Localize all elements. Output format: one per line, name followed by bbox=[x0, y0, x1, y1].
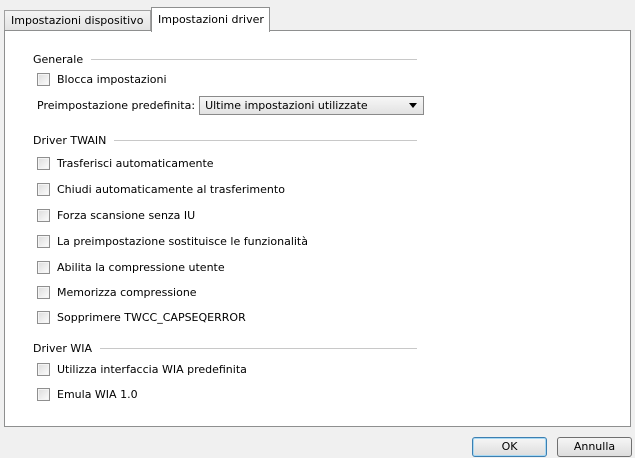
checkbox-box[interactable] bbox=[37, 387, 50, 401]
group-twain-header: Driver TWAIN bbox=[33, 132, 417, 148]
group-divider bbox=[114, 140, 417, 141]
group-wia-label: Driver WIA bbox=[33, 341, 92, 355]
group-twain-label: Driver TWAIN bbox=[33, 133, 107, 147]
checkbox-box[interactable] bbox=[37, 260, 50, 274]
checkbox-box[interactable] bbox=[37, 362, 50, 376]
lock-settings-checkbox[interactable]: Blocca impostazioni bbox=[37, 71, 167, 87]
auto-close-on-transfer-checkbox[interactable]: Chiudi automaticamente al trasferimento bbox=[37, 181, 285, 197]
auto-transfer-label: Trasferisci automaticamente bbox=[57, 156, 214, 170]
enable-compression-label: Abilita la compressione utente bbox=[57, 260, 225, 274]
ok-button[interactable]: OK bbox=[472, 437, 547, 457]
chevron-down-icon bbox=[409, 102, 418, 108]
group-general-label: Generale bbox=[33, 52, 84, 66]
preset-overrides-capabilities-checkbox[interactable]: La preimpostazione sostituisce le funzio… bbox=[37, 233, 308, 249]
checkbox-box[interactable] bbox=[37, 310, 50, 324]
default-preset-dropdown[interactable]: Ultime impostazioni utilizzate bbox=[199, 95, 425, 115]
checkbox-box[interactable] bbox=[37, 285, 50, 299]
force-scan-no-ui-checkbox[interactable]: Forza scansione senza IU bbox=[37, 207, 195, 223]
group-wia-header: Driver WIA bbox=[33, 340, 417, 356]
suppress-capseqerror-checkbox[interactable]: Sopprimere TWCC_CAPSEQERROR bbox=[37, 309, 246, 325]
driver-settings-panel: Generale Blocca impostazioni Preimpostaz… bbox=[4, 30, 631, 427]
checkbox-box[interactable] bbox=[37, 72, 50, 86]
tab-device-settings[interactable]: Impostazioni dispositivo bbox=[4, 10, 151, 30]
default-preset-value: Ultime impostazioni utilizzate bbox=[205, 98, 368, 112]
default-preset-label: Preimpostazione predefinita: bbox=[37, 98, 196, 112]
auto-transfer-checkbox[interactable]: Trasferisci automaticamente bbox=[37, 155, 214, 171]
tab-driver-settings[interactable]: Impostazioni driver bbox=[151, 7, 270, 32]
group-divider bbox=[91, 59, 417, 60]
enable-user-compression-checkbox[interactable]: Abilita la compressione utente bbox=[37, 259, 225, 275]
force-scan-label: Forza scansione senza IU bbox=[57, 208, 196, 222]
use-default-wia-ui-checkbox[interactable]: Utilizza interfaccia WIA predefinita bbox=[37, 361, 247, 377]
auto-close-label: Chiudi automaticamente al trasferimento bbox=[57, 182, 285, 196]
default-preset-row: Preimpostazione predefinita: Ultime impo… bbox=[37, 94, 425, 116]
checkbox-box[interactable] bbox=[37, 182, 50, 196]
use-default-wia-label: Utilizza interfaccia WIA predefinita bbox=[57, 362, 247, 376]
emulate-wia-checkbox[interactable]: Emula WIA 1.0 bbox=[37, 386, 138, 402]
suppress-capseqerror-label: Sopprimere TWCC_CAPSEQERROR bbox=[57, 310, 246, 324]
tab-strip: Impostazioni dispositivo Impostazioni dr… bbox=[4, 5, 631, 32]
checkbox-box[interactable] bbox=[37, 234, 50, 248]
checkbox-box[interactable] bbox=[37, 156, 50, 170]
group-general-header: Generale bbox=[33, 51, 417, 67]
lock-settings-label: Blocca impostazioni bbox=[57, 72, 167, 86]
emulate-wia-label: Emula WIA 1.0 bbox=[57, 387, 138, 401]
remember-compression-checkbox[interactable]: Memorizza compressione bbox=[37, 284, 197, 300]
preset-overrides-label: La preimpostazione sostituisce le funzio… bbox=[57, 234, 308, 248]
group-divider bbox=[100, 348, 417, 349]
remember-compression-label: Memorizza compressione bbox=[57, 285, 197, 299]
checkbox-box[interactable] bbox=[37, 208, 50, 222]
cancel-button[interactable]: Annulla bbox=[557, 437, 632, 457]
